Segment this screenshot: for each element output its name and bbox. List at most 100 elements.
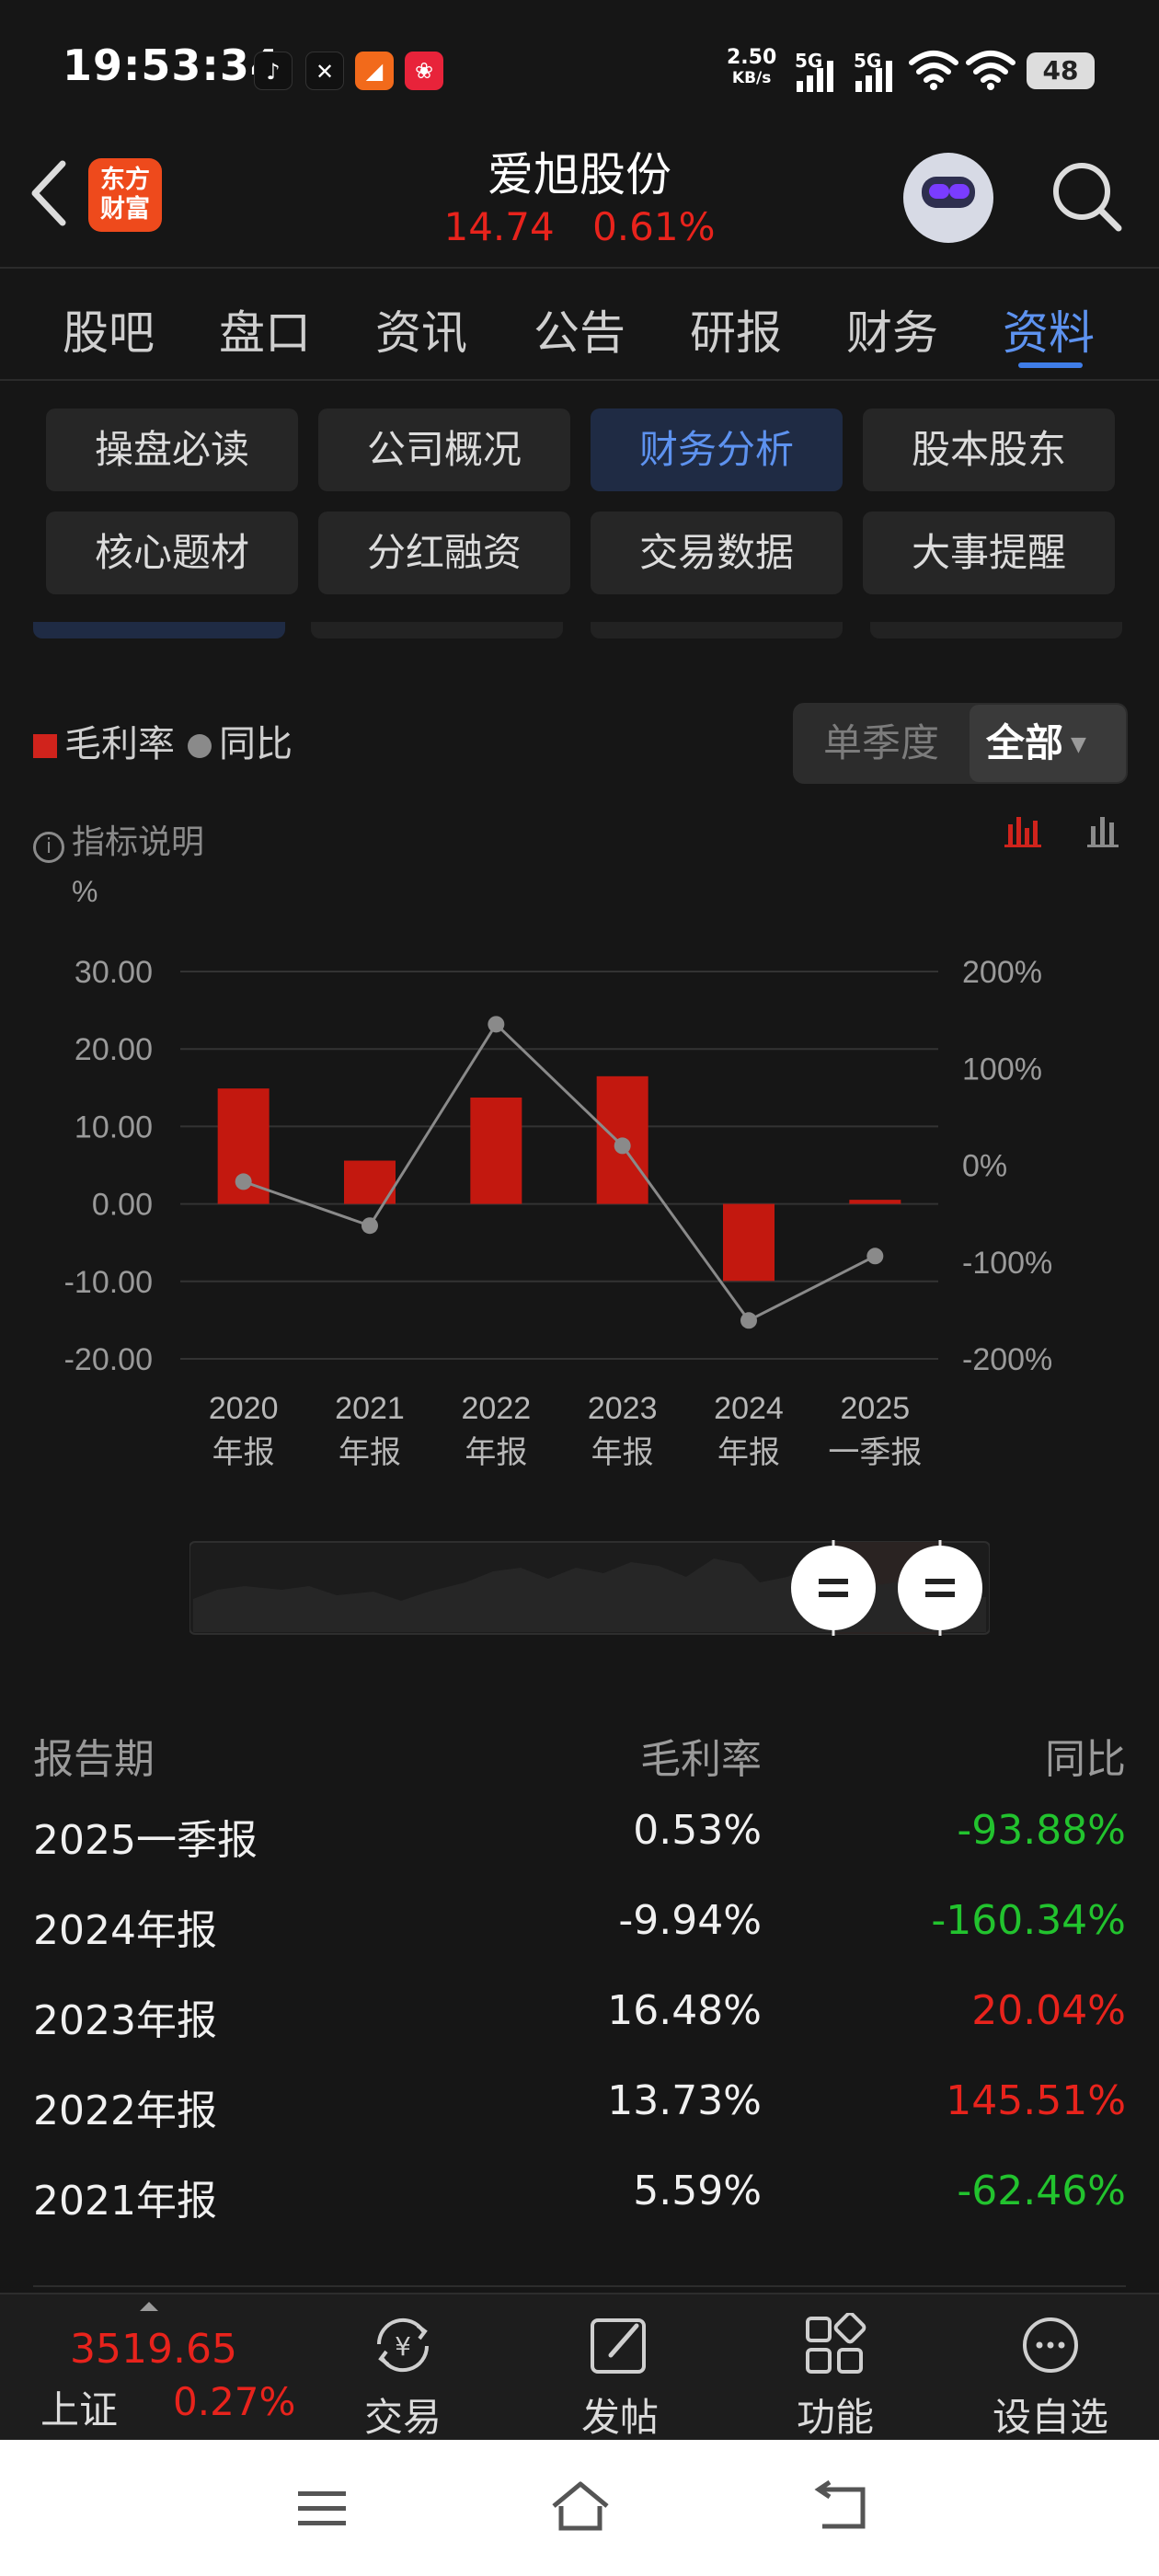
cell-gross-margin: 0.53% (633, 1807, 762, 1854)
subtab-event-reminders[interactable]: 大事提醒 (863, 512, 1115, 594)
cell-yoy: -93.88% (957, 1807, 1126, 1854)
nav-trade[interactable]: ¥ 交易 (329, 2313, 476, 2443)
system-nav-bar (0, 2440, 1159, 2576)
bottom-nav: 3519.65 上证 0.27% ¥ 交易 发帖 功能 设自选 (0, 2293, 1159, 2440)
period-segment-control: 单季度 全部 ▼ (793, 703, 1128, 784)
right-tick-label: -200% (962, 1342, 1052, 1377)
divider (0, 267, 1159, 269)
bar (470, 1097, 522, 1204)
subtab-trading-data[interactable]: 交易数据 (591, 512, 843, 594)
table-row[interactable]: 2025一季报 0.53% -93.88% (0, 1788, 1159, 1879)
nav-post[interactable]: 发帖 (546, 2313, 694, 2443)
search-icon[interactable] (1049, 158, 1126, 236)
dropdown-caret-icon: ▼ (1071, 733, 1086, 756)
assistant-avatar-icon[interactable] (903, 153, 993, 243)
line-point (235, 1173, 252, 1190)
x-tick-sublabel: 年报 (212, 1434, 275, 1471)
cell-gross-margin: 5.59% (633, 2168, 762, 2214)
left-tick-label: 10.00 (75, 1110, 153, 1144)
tab-guba[interactable]: 股吧 (63, 296, 155, 362)
segment-single-quarter[interactable]: 单季度 (793, 703, 970, 784)
stock-price: 14.74 (443, 204, 555, 249)
left-tick-label: -10.00 (64, 1265, 153, 1300)
trade-icon: ¥ (376, 2317, 430, 2373)
cell-gross-margin: -9.94% (618, 1897, 762, 1944)
table-row[interactable]: 2024年报 -9.94% -160.34% (0, 1879, 1159, 1969)
left-tick-label: 20.00 (75, 1032, 153, 1067)
yoy-line (243, 1021, 877, 1323)
gross-margin-chart: % 30.00 20.00 10.00 0.00 -10.00 -20.00 200% 10… (64, 875, 1053, 1471)
tab-announcements[interactable]: 公告 (534, 296, 625, 362)
bar-chart-icon-active[interactable] (1004, 817, 1041, 847)
range-slider[interactable] (189, 1540, 990, 1636)
bar-series (217, 1075, 901, 1282)
net-speed: 2.50 KB/s (727, 46, 777, 88)
divider (33, 2285, 1126, 2287)
subtab-dividends[interactable]: 分红融资 (318, 512, 570, 594)
subtab-company-overview[interactable]: 公司概况 (318, 408, 570, 491)
line-legend-swatch (188, 734, 212, 758)
home-icon[interactable] (548, 2478, 613, 2534)
cell-yoy: -160.34% (931, 1897, 1126, 1944)
active-tab-indicator (1018, 362, 1083, 368)
subtab-core-themes[interactable]: 核心题材 (46, 512, 298, 594)
x-axis-ticks: 2020 年报 2021 年报 2022 年报 2023 年报 2024 年报 2025 一季报 (209, 1391, 922, 1471)
subtab-shareholders[interactable]: 股本股东 (863, 408, 1115, 491)
nav-add-watchlist[interactable]: 设自选 (977, 2313, 1124, 2443)
line-point (614, 1137, 631, 1155)
legend-gross-margin: 毛利率 (64, 723, 175, 765)
expand-arrow-icon[interactable] (140, 2302, 158, 2311)
left-tick-label: 0.00 (92, 1188, 153, 1223)
status-bar: 19:53:34 ♪ ✕ ◢ ❀ 2.50 KB/s 5G 5G 48 (0, 0, 1159, 138)
chart-type-switch (1003, 810, 1131, 859)
battery-indicator: 48 (1027, 52, 1095, 89)
index-value[interactable]: 3519.65 (70, 2326, 237, 2373)
index-change[interactable]: 0.27% (173, 2379, 295, 2424)
tab-research[interactable]: 研报 (690, 296, 782, 362)
app-notification-icon: ◢ (355, 52, 394, 90)
subtab-financial-analysis[interactable]: 财务分析 (591, 408, 843, 491)
line-point (361, 1217, 378, 1235)
x-tick-label: 2025 (841, 1391, 911, 1426)
table-row[interactable]: 2022年报 13.73% 145.51% (0, 2059, 1159, 2149)
chart-grid (180, 971, 938, 1360)
right-tick-label: 200% (962, 955, 1042, 990)
cell-period: 2025一季报 (33, 1817, 258, 1864)
line-point (866, 1248, 884, 1265)
segment-all[interactable]: 全部 ▼ (970, 705, 1126, 782)
subtab-must-read[interactable]: 操盘必读 (46, 408, 298, 491)
signal-bars-icon-2 (855, 61, 892, 92)
x-tick-sublabel: 年报 (339, 1434, 401, 1471)
tab-profile[interactable]: 资料 (1003, 296, 1095, 362)
nav-functions[interactable]: 功能 (762, 2311, 909, 2443)
sticky-subtab-shadow (311, 622, 563, 638)
sticky-subtab-shadow (870, 622, 1122, 638)
x-tick-sublabel: 年报 (591, 1434, 654, 1471)
x-tick-label: 2024 (714, 1391, 784, 1426)
more-dots-icon (1023, 2317, 1078, 2373)
menu-icon[interactable] (294, 2486, 350, 2532)
sticky-subtab-shadow (33, 622, 285, 638)
table-row[interactable]: 2023年报 16.48% 20.04% (0, 1969, 1159, 2059)
index-name[interactable]: 上证 (40, 2379, 118, 2435)
tab-finance[interactable]: 财务 (846, 296, 938, 362)
cell-period: 2021年报 (33, 2178, 217, 2225)
tab-news[interactable]: 资讯 (375, 296, 467, 362)
x-tick-label: 2021 (335, 1391, 405, 1426)
table-row[interactable]: 2021年报 5.59% -62.46% (0, 2149, 1159, 2239)
back-icon[interactable] (809, 2480, 868, 2536)
cell-yoy: -62.46% (957, 2168, 1126, 2214)
cell-yoy: 145.51% (946, 2077, 1126, 2124)
col-header-period: 报告期 (33, 1736, 155, 1783)
capcut-icon: ✕ (305, 52, 344, 90)
signal-bars-icon (797, 61, 833, 92)
indicator-explanation[interactable]: i 指标说明 (33, 815, 204, 863)
left-tick-label: 30.00 (75, 955, 153, 990)
main-tabs: 股吧 盘口 资讯 公告 研报 财务 资料 (0, 274, 1159, 375)
chart-legend: 毛利率 同比 (33, 714, 293, 767)
cell-yoy: 20.04% (971, 1987, 1126, 2034)
cell-gross-margin: 16.48% (607, 1987, 762, 2034)
tab-pankou[interactable]: 盘口 (219, 296, 311, 362)
wifi-icon (909, 51, 958, 90)
bar-chart-icon[interactable] (1087, 817, 1119, 847)
